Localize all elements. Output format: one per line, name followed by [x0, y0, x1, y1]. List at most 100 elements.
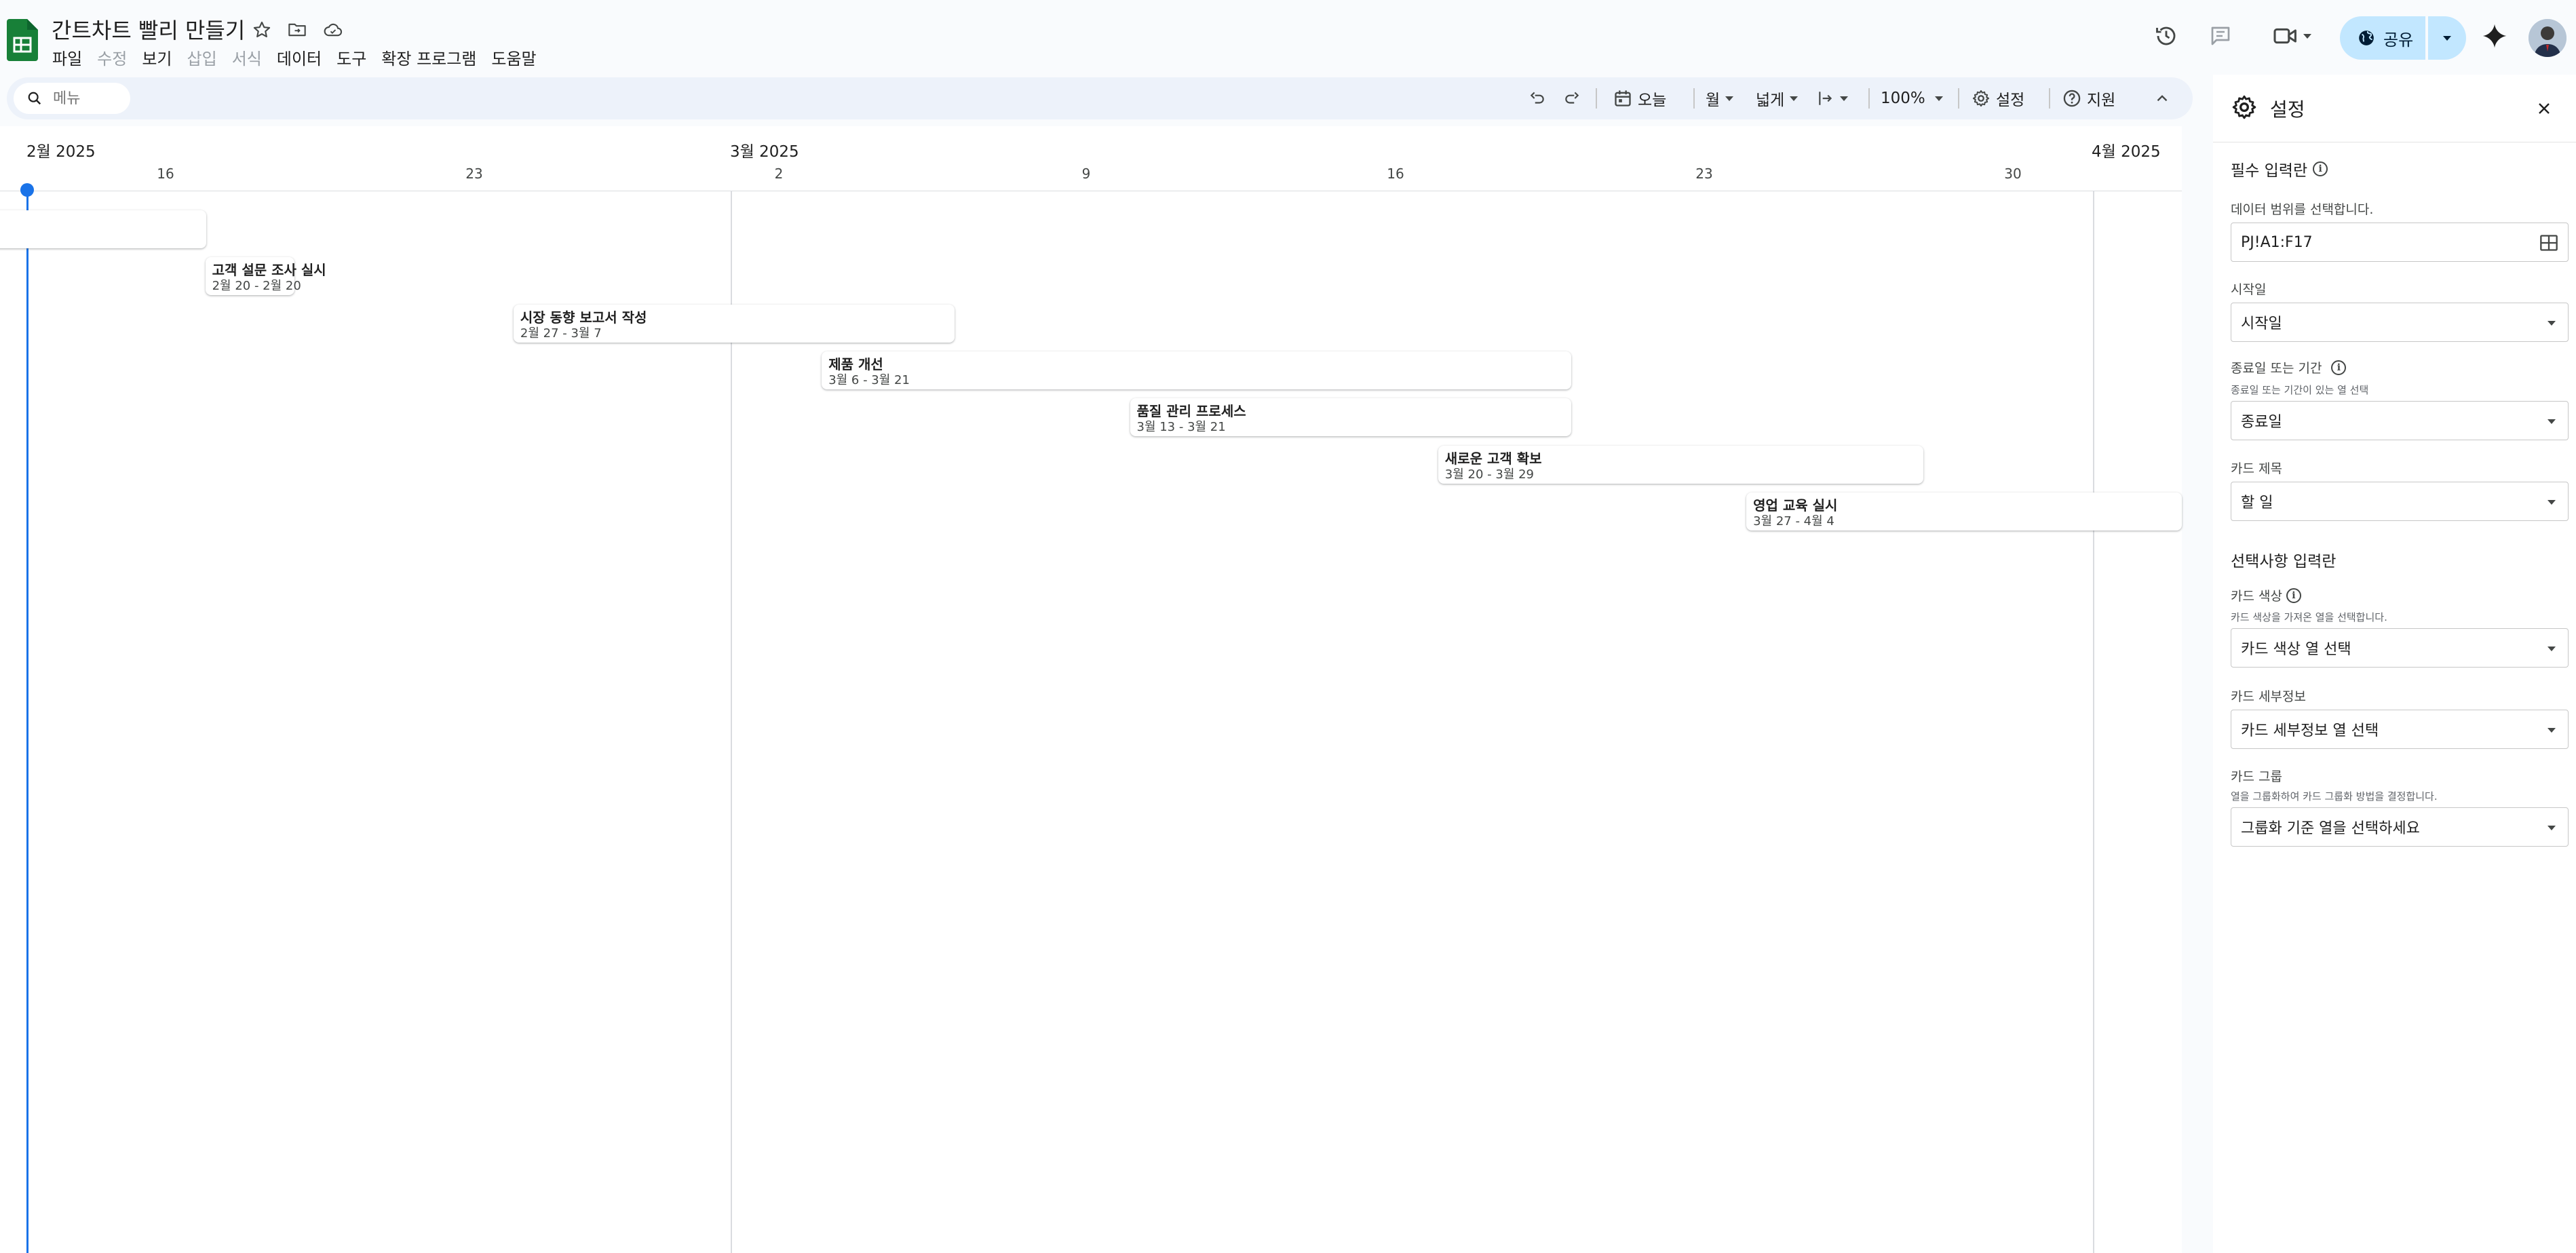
task-card[interactable]: 고객 설문 조사 실시 2월 20 - 2월 20: [205, 257, 326, 296]
task-dates: 3월 6 - 3월 21: [828, 372, 910, 387]
today-marker-dot[interactable]: [20, 183, 34, 197]
toolbar-divider: [1958, 88, 1959, 109]
redo-button[interactable]: [1563, 84, 1581, 113]
task-card[interactable]: 경쟁사 분석2월 13 - 2월 18: [0, 210, 206, 248]
task-dates: 2월 13 - 2월 18: [0, 232, 199, 247]
task-card[interactable]: 새로운 고객 확보 3월 20 - 3월 29: [1438, 445, 1923, 484]
close-panel-button[interactable]: [2531, 95, 2558, 122]
month-label: 2월 2025: [26, 143, 96, 161]
undo-icon: [1530, 92, 1544, 104]
timeline-header: 2월 2025 3월 2025 4월 2025 16 23 2 9 16 23 …: [0, 126, 2182, 191]
menu-search[interactable]: [14, 83, 130, 114]
card-group-select[interactable]: 그룹화 기준 열을 선택하세요: [2231, 807, 2569, 847]
version-history-icon[interactable]: [2149, 19, 2183, 53]
share-button[interactable]: 공유: [2340, 16, 2425, 60]
menu-insert[interactable]: 삽입: [180, 43, 225, 72]
settings-panel-header: 설정: [2213, 75, 2576, 142]
collapse-toolbar-button[interactable]: [2153, 84, 2171, 113]
card-title-select[interactable]: 할 일: [2231, 482, 2569, 521]
globe-icon: [2359, 31, 2374, 45]
data-range-field[interactable]: PJ!A1:F17: [2231, 223, 2569, 262]
menu-edit[interactable]: 수정: [90, 43, 134, 72]
sheets-logo-icon[interactable]: [7, 19, 38, 61]
document-title[interactable]: 간트차트 빨리 만들기: [52, 14, 245, 45]
today-marker-line: [26, 189, 28, 1253]
grid-range-icon[interactable]: [2539, 234, 2558, 252]
day-label: 23: [1695, 166, 1713, 182]
task-card[interactable]: 품질 관리 프로세스 3월 13 - 3월 21: [1130, 398, 1571, 437]
task-title: 품질 관리 프로세스: [1136, 403, 1246, 420]
share-label: 공유: [2383, 30, 2414, 50]
chevron-down-icon: [2548, 647, 2556, 651]
align-left-icon: [1819, 92, 1832, 105]
menu-data[interactable]: 데이터: [269, 43, 329, 72]
today-button[interactable]: 오늘: [1613, 84, 1666, 113]
search-input[interactable]: [53, 90, 121, 107]
task-card[interactable]: 제품 개선 3월 6 - 3월 21: [822, 351, 1571, 389]
gemini-spark-icon[interactable]: [2478, 19, 2512, 53]
task-title: 고객 설문 조사 실시: [212, 262, 326, 279]
task-dates: 2월 27 - 3월 7: [520, 326, 602, 341]
comments-icon[interactable]: [2204, 19, 2237, 53]
menu-help[interactable]: 도움말: [484, 43, 543, 72]
card-color-label-text: 카드 색상: [2231, 589, 2282, 604]
start-date-label: 시작일: [2231, 282, 2267, 297]
card-title-value: 할 일: [2241, 495, 2273, 512]
menu-tools[interactable]: 도구: [329, 43, 374, 72]
day-label: 23: [465, 166, 483, 182]
menu-view[interactable]: 보기: [134, 43, 179, 72]
move-folder-icon[interactable]: [285, 18, 309, 42]
card-group-label: 카드 그룹: [2231, 769, 2282, 784]
task-title: 제품 개선: [828, 355, 883, 372]
share-options-button[interactable]: [2428, 16, 2466, 60]
info-icon[interactable]: i: [2313, 161, 2328, 176]
menu-file[interactable]: 파일: [45, 43, 90, 72]
card-color-select[interactable]: 카드 색상 열 선택: [2231, 628, 2569, 668]
timeline-view[interactable]: 2월 2025 3월 2025 4월 2025 16 23 2 9 16 23 …: [0, 126, 2182, 1253]
help-icon: [2063, 90, 2081, 107]
info-icon[interactable]: i: [2286, 587, 2301, 603]
undo-button[interactable]: [1529, 84, 1546, 113]
width-select[interactable]: 넓게: [1756, 84, 1799, 113]
day-label: 16: [1387, 166, 1404, 182]
info-icon[interactable]: i: [2331, 360, 2347, 375]
menu-extensions[interactable]: 확장 프로그램: [374, 43, 484, 72]
cloud-status-icon[interactable]: [321, 18, 345, 42]
star-icon[interactable]: [250, 18, 274, 42]
task-card[interactable]: 시장 동향 보고서 작성 2월 27 - 3월 7: [513, 304, 955, 343]
optional-section-title: 선택사항 입력란: [2231, 553, 2337, 571]
start-date-select[interactable]: 시작일: [2231, 303, 2569, 342]
card-detail-select[interactable]: 카드 세부정보 열 선택: [2231, 710, 2569, 749]
menu-bar: 파일 수정 보기 삽입 서식 데이터 도구 확장 프로그램 도움말: [45, 43, 544, 71]
chevron-down-icon: [2548, 321, 2556, 326]
chevron-down-icon: [1790, 96, 1799, 101]
close-icon: [2539, 103, 2550, 114]
chevron-down-icon: [1840, 96, 1848, 101]
card-group-value: 그룹화 기준 열을 선택하세요: [2241, 820, 2420, 837]
task-dates: 3월 13 - 3월 21: [1136, 420, 1226, 435]
meet-call-icon[interactable]: [2265, 19, 2319, 53]
settings-button[interactable]: 설정: [1972, 84, 2024, 113]
card-color-hint: 카드 색상을 가져온 열을 선택합니다.: [2231, 611, 2387, 623]
share-group: 공유: [2340, 16, 2466, 60]
support-label: 지원: [2087, 92, 2116, 109]
end-date-label-text: 종료일 또는 기간: [2231, 361, 2322, 376]
gear-icon: [1972, 90, 1990, 107]
task-card[interactable]: 영업 교육 실시 3월 27 - 4월 4: [1746, 492, 2182, 531]
data-range-value: PJ!A1:F17: [2241, 233, 2313, 251]
zoom-select[interactable]: 100%: [1881, 84, 1943, 113]
chevron-down-icon: [2548, 826, 2556, 830]
calendar-today-icon: [1615, 90, 1631, 107]
toolbar-divider: [2049, 88, 2050, 109]
align-select[interactable]: [1817, 84, 1848, 113]
end-date-select[interactable]: 종료일: [2231, 401, 2569, 440]
required-section-title: 필수 입력란 i: [2231, 157, 2328, 180]
day-label: 9: [1081, 166, 1091, 182]
chevron-down-icon: [2548, 728, 2556, 733]
account-avatar[interactable]: [2529, 19, 2567, 57]
month-divider: [731, 191, 732, 1253]
support-button[interactable]: 지원: [2062, 84, 2115, 113]
time-scale-select[interactable]: 월: [1706, 84, 1734, 113]
required-section-label: 필수 입력란: [2231, 162, 2308, 180]
menu-format[interactable]: 서식: [225, 43, 269, 72]
